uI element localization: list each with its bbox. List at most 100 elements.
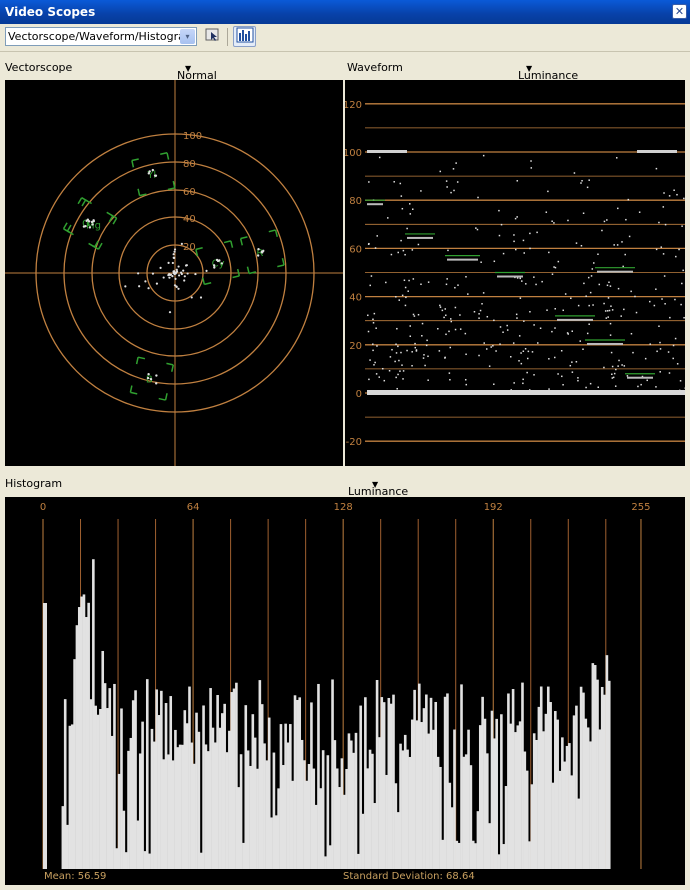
waveform-graph: 120 100 80 60 40 20 0 -20 bbox=[343, 100, 687, 448]
vectorscope-trace-dot bbox=[175, 270, 179, 273]
vectorscope-trace-dot bbox=[153, 174, 157, 177]
vectorscope-mode-dropdown[interactable]: Normal ▼ bbox=[177, 61, 217, 82]
waveform-trace-dot bbox=[409, 335, 412, 337]
vectorscope-pane: 20 40 60 80 100 R Mg B Cy G Yl bbox=[5, 80, 343, 466]
waveform-trace-dot bbox=[391, 348, 393, 351]
vectorscope-trace-dot bbox=[177, 287, 180, 290]
histogram-bar bbox=[150, 728, 154, 869]
waveform-mode-dropdown[interactable]: Luminance ▼ bbox=[518, 61, 578, 82]
vectorscope-target-label: B bbox=[146, 375, 153, 386]
histogram-bar bbox=[197, 731, 201, 869]
waveform-trace-dot bbox=[603, 302, 605, 305]
histogram-mode-dropdown[interactable]: Luminance ▼ bbox=[348, 477, 408, 498]
waveform-trace-dot bbox=[402, 249, 405, 252]
scope-view-select[interactable]: Vectorscope/Waveform/Histogram ▾ bbox=[5, 27, 197, 46]
histogram-bar bbox=[195, 712, 198, 869]
waveform-trace-dot bbox=[625, 218, 627, 221]
histogram-bar bbox=[568, 743, 571, 869]
waveform-trace-dot bbox=[449, 318, 452, 320]
waveform-trace-dot bbox=[506, 329, 509, 331]
waveform-trace-dot bbox=[375, 373, 378, 375]
waveform-trace-dot bbox=[611, 365, 614, 368]
waveform-trace-dot bbox=[575, 360, 578, 363]
histogram-bar bbox=[603, 694, 606, 869]
waveform-trace-segment bbox=[627, 376, 653, 379]
waveform-trace-dot bbox=[529, 311, 531, 313]
histogram-bar bbox=[516, 725, 520, 869]
waveform-trace-dot bbox=[623, 308, 625, 311]
histogram-bar bbox=[190, 742, 194, 869]
histogram-header: Histogram Luminance ▼ bbox=[0, 471, 690, 498]
histogram-bar bbox=[281, 765, 285, 869]
histogram-bar bbox=[342, 794, 346, 869]
histogram-bar bbox=[448, 782, 452, 869]
vectorscope-trace-dot bbox=[173, 256, 176, 259]
histogram-toggle-button[interactable] bbox=[233, 26, 256, 47]
histogram-bar bbox=[143, 851, 147, 869]
vectorscope-trace-dot bbox=[168, 276, 171, 279]
waveform-trace-dot bbox=[411, 351, 413, 353]
waveform-trace-dot bbox=[420, 190, 422, 192]
waveform-trace-dot bbox=[655, 248, 658, 251]
waveform-trace-dot bbox=[580, 182, 582, 184]
histogram-bar bbox=[185, 723, 189, 869]
waveform-trace-dot bbox=[373, 364, 375, 366]
waveform-trace-dot bbox=[547, 190, 549, 193]
histogram-bar bbox=[500, 714, 503, 869]
histogram-bar bbox=[415, 720, 419, 869]
waveform-trace-dot bbox=[445, 283, 448, 286]
waveform-trace-dot bbox=[681, 225, 683, 227]
histogram-bar bbox=[497, 854, 501, 869]
histogram-bar bbox=[432, 729, 435, 869]
waveform-trace-dot bbox=[409, 325, 411, 327]
waveform-trace-dot bbox=[506, 324, 508, 327]
waveform-trace-dot bbox=[402, 370, 405, 372]
vectorscope-trace-dot bbox=[155, 374, 158, 377]
waveform-trace-dot bbox=[656, 350, 658, 353]
waveform-trace-dot bbox=[597, 253, 599, 255]
waveform-trace-dot bbox=[454, 286, 456, 289]
waveform-trace-dot bbox=[395, 296, 397, 298]
waveform-trace-segment bbox=[497, 275, 523, 278]
histogram-bar bbox=[300, 739, 304, 869]
histogram-bar bbox=[157, 715, 161, 869]
waveform-trace-dot bbox=[664, 223, 667, 226]
waveform-trace-dot bbox=[530, 160, 532, 162]
waveform-tick-label: 80 bbox=[349, 196, 362, 207]
histogram-bar bbox=[539, 686, 543, 869]
vectorscope-trace-dot bbox=[137, 272, 140, 275]
pointer-button[interactable] bbox=[203, 27, 222, 46]
waveform-trace-dot bbox=[622, 265, 624, 268]
waveform-trace-dot bbox=[437, 327, 439, 330]
histogram-bar bbox=[481, 696, 484, 869]
waveform-trace-dot bbox=[637, 385, 639, 388]
waveform-trace-dot bbox=[479, 309, 482, 312]
waveform-trace-dot bbox=[520, 362, 523, 365]
waveform-trace-dot bbox=[570, 297, 572, 300]
histogram-bar bbox=[162, 759, 165, 869]
histogram-tick-label: 0 bbox=[40, 502, 46, 513]
histogram-bar bbox=[486, 753, 489, 869]
waveform-trace-dot bbox=[372, 349, 374, 352]
waveform-trace-dot bbox=[465, 353, 467, 356]
waveform-trace-dot bbox=[545, 211, 548, 213]
waveform-trace-dot bbox=[414, 342, 416, 345]
histogram-bar bbox=[425, 694, 428, 869]
waveform-trace-dot bbox=[481, 303, 483, 305]
histogram-bar bbox=[96, 714, 100, 869]
histogram-bar bbox=[148, 853, 151, 869]
vectorscope-label: Vectorscope bbox=[5, 61, 73, 74]
histogram-bar bbox=[401, 750, 405, 869]
histogram-bar bbox=[418, 683, 421, 869]
close-button[interactable]: ✕ bbox=[672, 4, 687, 19]
histogram-bar bbox=[174, 729, 177, 869]
chevron-down-icon[interactable]: ▾ bbox=[180, 29, 195, 44]
histogram-bar bbox=[89, 699, 93, 869]
histogram-tick-label: 64 bbox=[187, 502, 200, 513]
histogram-tick-label: 255 bbox=[631, 502, 650, 513]
waveform-trace-dot bbox=[628, 235, 631, 238]
waveform-trace-dot bbox=[403, 279, 406, 282]
waveform-trace-dot bbox=[640, 383, 642, 386]
histogram-bar bbox=[387, 697, 391, 869]
histogram-bar bbox=[335, 768, 339, 869]
